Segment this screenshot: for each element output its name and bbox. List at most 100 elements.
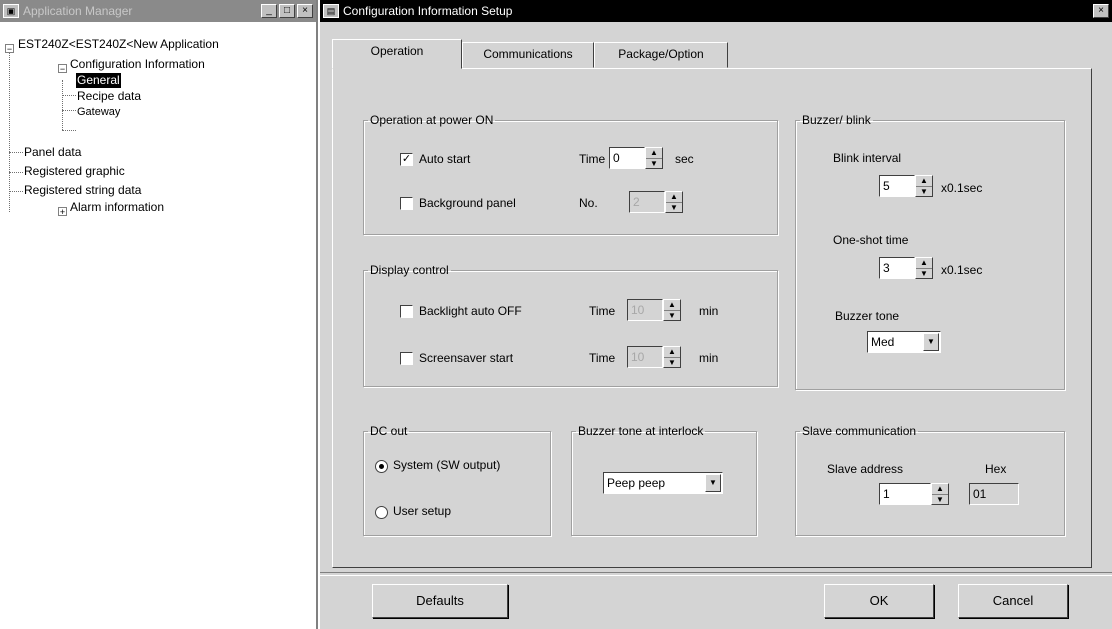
- button-separator: [320, 572, 1112, 576]
- screensaver-min-label: min: [699, 351, 719, 365]
- dc-out-legend: DC out: [370, 424, 408, 438]
- buzzer-blink-legend: Buzzer/ blink: [802, 113, 871, 127]
- spin-up-icon[interactable]: ▲: [932, 484, 948, 495]
- close-icon[interactable]: ×: [297, 4, 313, 18]
- one-shot-time-label: One-shot time: [833, 233, 909, 247]
- backlight-time-spinner[interactable]: ▲ ▼: [663, 299, 681, 321]
- maximize-icon[interactable]: □: [279, 4, 295, 18]
- spin-down-icon[interactable]: ▼: [932, 495, 948, 505]
- auto-start-time-spinner[interactable]: ▲ ▼: [645, 147, 663, 169]
- auto-start-checkbox[interactable]: ✓: [400, 153, 413, 166]
- spin-up-icon[interactable]: ▲: [916, 176, 932, 187]
- backlight-auto-off-checkbox[interactable]: [400, 305, 413, 318]
- minimize-icon[interactable]: _: [261, 4, 277, 18]
- app-manager-titlebar[interactable]: ▣ Application Manager _ □ ×: [0, 0, 316, 22]
- spin-down-icon[interactable]: ▼: [664, 358, 680, 368]
- interlock-tone-select[interactable]: Peep peep ▼: [603, 472, 723, 494]
- tab-operation[interactable]: Operation: [332, 39, 462, 69]
- spin-up-icon[interactable]: ▲: [646, 148, 662, 159]
- one-shot-time-input[interactable]: 3: [879, 257, 915, 279]
- screensaver-start-checkbox[interactable]: [400, 352, 413, 365]
- ok-button[interactable]: OK: [824, 584, 934, 618]
- blink-interval-spinner[interactable]: ▲ ▼: [915, 175, 933, 197]
- spin-down-icon[interactable]: ▼: [664, 311, 680, 321]
- dc-out-system-radio[interactable]: [375, 460, 388, 473]
- buzzer-tone-value: Med: [871, 335, 895, 349]
- screensaver-time-input[interactable]: 10: [627, 346, 663, 368]
- power-on-legend: Operation at power ON: [370, 113, 494, 127]
- dialog-icon: ▤: [323, 4, 339, 18]
- tree-item-recipe-data[interactable]: Recipe data: [77, 89, 141, 104]
- dc-out-user-radio[interactable]: [375, 506, 388, 519]
- interlock-legend: Buzzer tone at interlock: [578, 424, 704, 438]
- tree-item-configuration-information[interactable]: Configuration Information: [70, 57, 205, 72]
- tree-item-registered-graphic[interactable]: Registered graphic: [24, 164, 125, 179]
- backlight-time-label: Time: [589, 304, 616, 318]
- operation-tab-panel: Operation at power ON ✓ Auto start Time …: [332, 68, 1092, 568]
- configuration-dialog: ▤ Configuration Information Setup × Oper…: [320, 0, 1112, 629]
- dropdown-arrow-icon[interactable]: ▼: [923, 333, 939, 351]
- spin-down-icon[interactable]: ▼: [666, 203, 682, 213]
- spin-up-icon[interactable]: ▲: [916, 258, 932, 269]
- background-panel-label: Background panel: [419, 196, 516, 210]
- background-panel-no-input[interactable]: 2: [629, 191, 665, 213]
- background-panel-no-spinner[interactable]: ▲ ▼: [665, 191, 683, 213]
- slave-address-label: Slave address: [827, 462, 904, 476]
- power-on-group: Operation at power ON: [363, 113, 778, 235]
- screensaver-time-label: Time: [589, 351, 616, 365]
- spin-down-icon[interactable]: ▼: [646, 159, 662, 169]
- cancel-button[interactable]: Cancel: [958, 584, 1068, 618]
- auto-start-time-input[interactable]: 0: [609, 147, 645, 169]
- spin-up-icon[interactable]: ▲: [664, 347, 680, 358]
- slave-address-spinner[interactable]: ▲ ▼: [931, 483, 949, 505]
- spin-up-icon[interactable]: ▲: [666, 192, 682, 203]
- interlock-tone-value: Peep peep: [607, 476, 666, 490]
- hex-label: Hex: [985, 462, 1007, 476]
- backlight-min-label: min: [699, 304, 719, 318]
- tab-communications[interactable]: Communications: [462, 42, 594, 68]
- spin-up-icon[interactable]: ▲: [664, 300, 680, 311]
- screensaver-start-label: Screensaver start: [419, 351, 514, 365]
- backlight-auto-off-label: Backlight auto OFF: [419, 304, 522, 318]
- tree-item-panel-data[interactable]: Panel data: [24, 145, 81, 160]
- tree-item-alarm-information[interactable]: Alarm information: [70, 200, 164, 215]
- collapse-icon[interactable]: −: [58, 64, 67, 74]
- blink-interval-unit: x0.1sec: [941, 181, 983, 195]
- dialog-title: Configuration Information Setup: [343, 4, 513, 18]
- tab-package-option[interactable]: Package/Option: [594, 42, 728, 68]
- blink-interval-label: Blink interval: [833, 151, 902, 165]
- buzzer-tone-label: Buzzer tone: [835, 309, 900, 323]
- dropdown-arrow-icon[interactable]: ▼: [705, 474, 721, 492]
- close-icon[interactable]: ×: [1093, 4, 1109, 18]
- auto-start-label: Auto start: [419, 152, 471, 166]
- dc-out-group: DC out: [363, 424, 551, 536]
- no-label: No.: [579, 196, 598, 210]
- tree-item-root[interactable]: EST240Z<EST240Z<New Application: [18, 37, 219, 52]
- display-control-legend: Display control: [370, 263, 449, 277]
- spin-down-icon[interactable]: ▼: [916, 187, 932, 197]
- one-shot-time-unit: x0.1sec: [941, 263, 983, 277]
- app-icon: ▣: [3, 4, 19, 18]
- background-panel-checkbox[interactable]: [400, 197, 413, 210]
- tree-item-registered-string-data[interactable]: Registered string data: [24, 183, 141, 198]
- spin-down-icon[interactable]: ▼: [916, 269, 932, 279]
- time-label: Time: [579, 152, 606, 166]
- slave-communication-group: Slave communication: [795, 424, 1065, 536]
- tree-item-general[interactable]: General: [76, 73, 121, 88]
- slave-address-input[interactable]: 1: [879, 483, 931, 505]
- hex-value-field: 01: [969, 483, 1019, 505]
- sec-label: sec: [675, 152, 694, 166]
- screensaver-time-spinner[interactable]: ▲ ▼: [663, 346, 681, 368]
- backlight-time-input[interactable]: 10: [627, 299, 663, 321]
- expand-icon[interactable]: +: [58, 207, 67, 217]
- defaults-button[interactable]: Defaults: [372, 584, 508, 618]
- blink-interval-input[interactable]: 5: [879, 175, 915, 197]
- display-control-group: Display control: [363, 263, 778, 387]
- slave-communication-legend: Slave communication: [802, 424, 917, 438]
- tree-item-gateway[interactable]: Gateway: [77, 105, 120, 120]
- app-manager-title: Application Manager: [23, 4, 133, 18]
- dialog-titlebar[interactable]: ▤ Configuration Information Setup ×: [320, 0, 1112, 22]
- collapse-icon[interactable]: −: [5, 44, 14, 54]
- buzzer-tone-select[interactable]: Med ▼: [867, 331, 941, 353]
- one-shot-time-spinner[interactable]: ▲ ▼: [915, 257, 933, 279]
